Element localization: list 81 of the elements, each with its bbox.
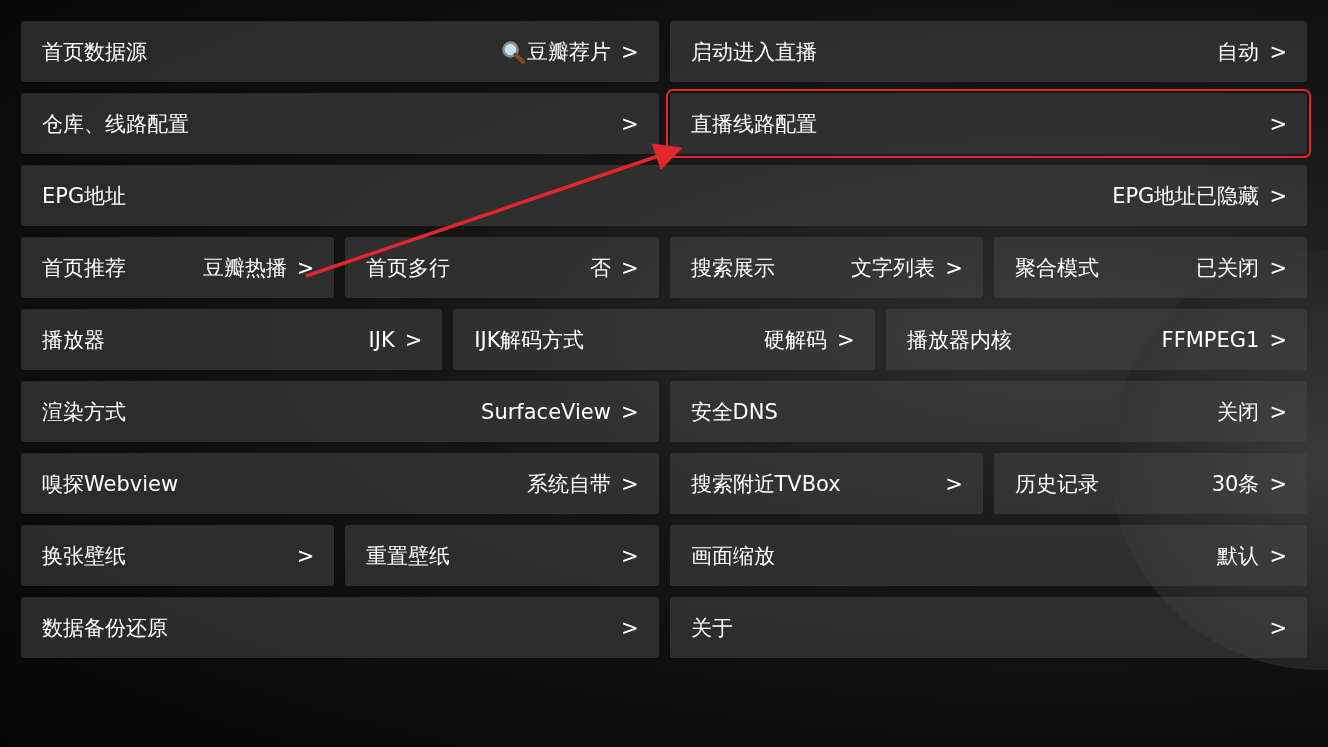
chevron: >	[1269, 471, 1287, 496]
item-value: IJK	[368, 327, 395, 352]
item-label: 搜索附近TVBox	[690, 470, 841, 498]
item-label: 数据备份还原	[42, 614, 168, 642]
settings-item[interactable]: 安全DNS 关闭 >	[669, 381, 1307, 442]
chevron: >	[620, 471, 639, 496]
chevron: >	[945, 471, 963, 496]
item-label: 嗅探Webview	[42, 470, 179, 498]
chevron: >	[1269, 399, 1287, 424]
settings-item[interactable]: 关于 >	[669, 597, 1307, 658]
chevron: >	[1269, 39, 1287, 64]
settings-item[interactable]: 画面缩放 默认 >	[669, 525, 1307, 586]
item-value: 30条	[1211, 470, 1260, 498]
item-label: 历史记录	[1014, 470, 1099, 498]
settings-item[interactable]: 首页推荐 豆瓣热播 >	[21, 237, 335, 298]
settings-item[interactable]: 数据备份还原 >	[21, 597, 659, 658]
item-label: IJK解码方式	[474, 326, 585, 354]
settings-item[interactable]: 换张壁纸 >	[21, 525, 335, 586]
item-label: 首页数据源	[42, 38, 147, 66]
settings-item[interactable]: 启动进入直播 自动 >	[669, 21, 1307, 82]
magnifier-icon	[500, 39, 525, 64]
item-value: 系统自带	[526, 470, 611, 498]
chevron: >	[296, 543, 315, 568]
chevron: >	[620, 111, 639, 136]
settings-item[interactable]: 播放器内核 FFMPEG1 >	[885, 309, 1307, 370]
settings-item[interactable]: IJK解码方式 硬解码 >	[453, 309, 875, 370]
chevron: >	[296, 255, 315, 280]
item-label: 播放器	[42, 326, 105, 354]
item-value: SurfaceView	[481, 399, 611, 424]
chevron: >	[620, 543, 639, 568]
item-label: 关于	[690, 614, 733, 642]
item-label: 渲染方式	[42, 398, 126, 426]
item-label: 播放器内核	[906, 326, 1012, 354]
settings-item[interactable]: 搜索展示 文字列表 >	[669, 237, 983, 298]
settings-item[interactable]: 聚合模式 已关闭 >	[993, 237, 1307, 298]
item-label: 换张壁纸	[42, 542, 126, 570]
chevron: >	[1269, 111, 1287, 136]
chevron: >	[620, 615, 639, 640]
settings-item[interactable]: 首页多行 否 >	[345, 237, 659, 298]
item-label: 直播线路配置	[690, 110, 817, 138]
chevron: >	[837, 327, 855, 352]
chevron: >	[620, 255, 639, 280]
chevron: >	[1269, 255, 1287, 280]
item-label: 重置壁纸	[366, 542, 451, 570]
item-value: 默认	[1217, 542, 1260, 570]
settings-item[interactable]: 搜索附近TVBox >	[669, 453, 983, 514]
settings-item[interactable]: EPG地址 EPG地址已隐藏 >	[21, 165, 1307, 226]
settings-item[interactable]: 仓库、线路配置 >	[21, 93, 659, 154]
chevron: >	[620, 39, 639, 64]
item-value: 已关闭	[1196, 254, 1260, 282]
chevron: >	[1269, 327, 1287, 352]
item-label: 仓库、线路配置	[42, 110, 189, 138]
item-label: 聚合模式	[1014, 254, 1099, 282]
chevron: >	[1269, 543, 1287, 568]
settings-item[interactable]: 重置壁纸 >	[345, 525, 659, 586]
item-label: 首页多行	[366, 254, 451, 282]
settings-item[interactable]: 首页数据源 豆瓣荐片 >	[21, 21, 659, 82]
item-value: 豆瓣热播	[202, 254, 287, 282]
item-value: 自动	[1217, 38, 1260, 66]
item-label: 首页推荐	[42, 254, 126, 282]
settings-item[interactable]: 嗅探Webview 系统自带 >	[21, 453, 659, 514]
item-value: FFMPEG1	[1161, 327, 1260, 352]
item-value: 文字列表	[851, 254, 936, 282]
item-label: EPG地址	[42, 182, 127, 210]
item-label: 安全DNS	[690, 398, 778, 426]
item-label: 启动进入直播	[690, 38, 817, 66]
chevron: >	[1269, 183, 1287, 208]
chevron: >	[945, 255, 963, 280]
settings-item[interactable]: 历史记录 30条 >	[993, 453, 1307, 514]
item-label: 画面缩放	[690, 542, 775, 570]
item-value: 关闭	[1217, 398, 1260, 426]
chevron: >	[620, 399, 639, 424]
settings-item[interactable]: 渲染方式 SurfaceView >	[21, 381, 659, 442]
item-label: 搜索展示	[690, 254, 775, 282]
item-value: EPG地址已隐藏	[1112, 182, 1260, 210]
settings-item[interactable]: 播放器 IJK >	[21, 309, 443, 370]
item-value: 豆瓣荐片	[526, 38, 611, 66]
chevron: >	[1269, 615, 1287, 640]
item-value: 硬解码	[764, 326, 828, 354]
chevron: >	[404, 327, 423, 352]
item-value: 否	[589, 254, 611, 282]
